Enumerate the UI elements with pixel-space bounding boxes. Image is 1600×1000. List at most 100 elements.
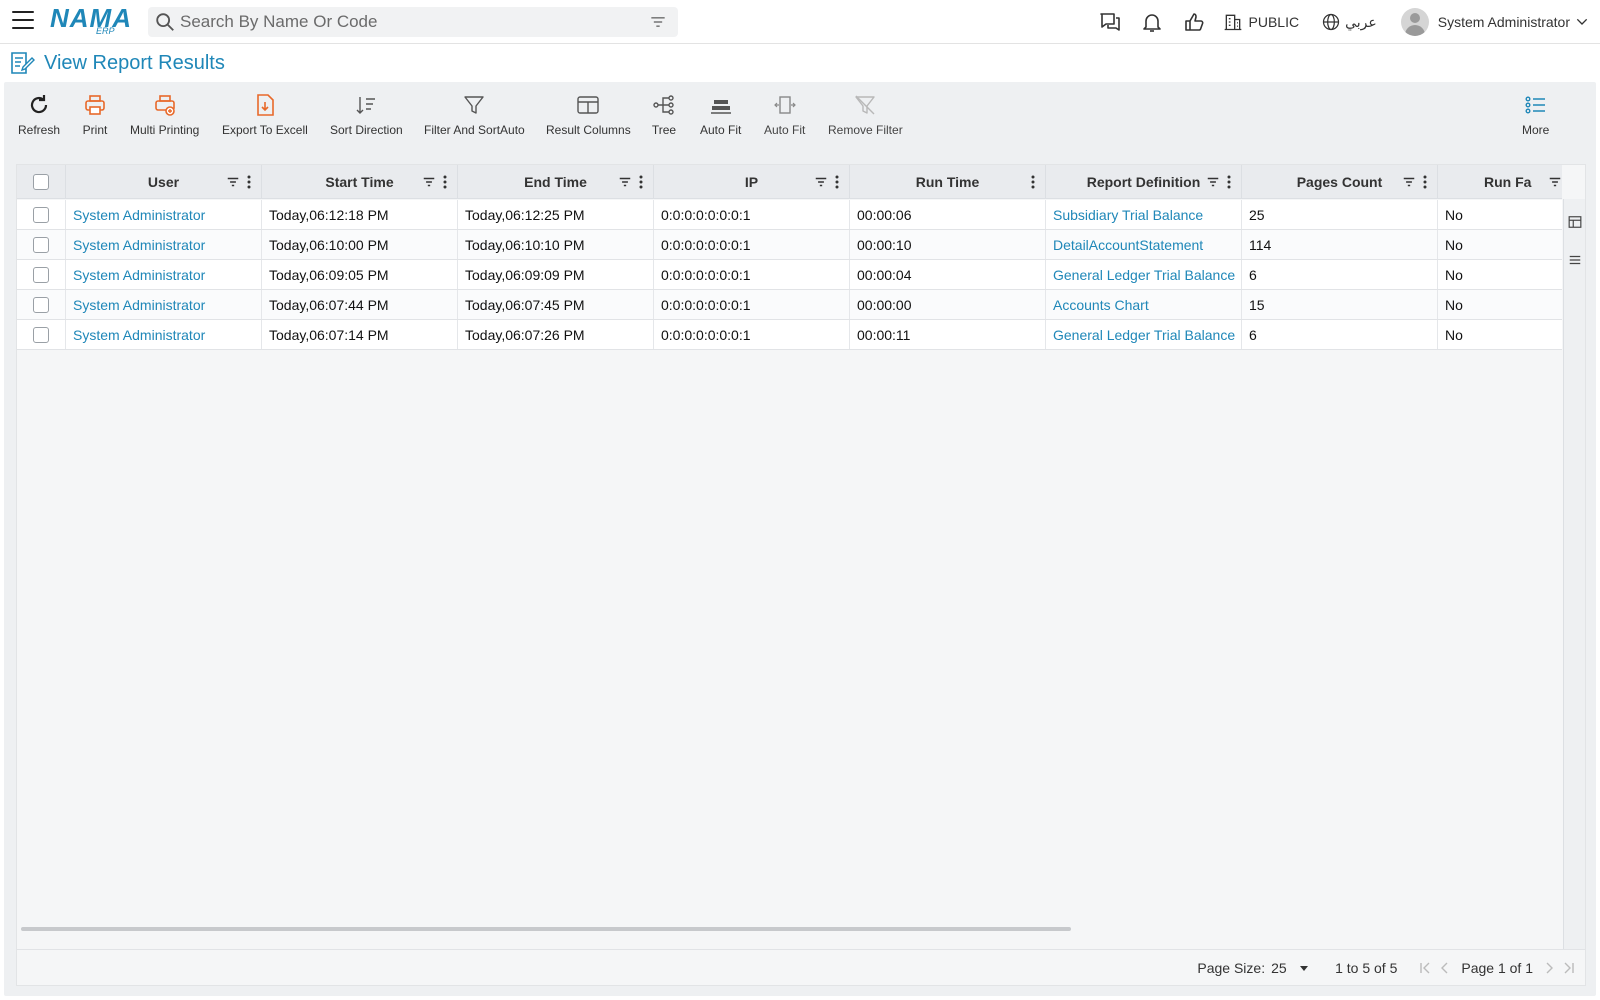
cell-run-time: 00:00:00 (850, 290, 1046, 319)
cell-run-failed: No (1438, 260, 1562, 289)
export-excel-button[interactable]: Export To Excell (222, 92, 308, 142)
cell-report-definition[interactable]: Accounts Chart (1046, 290, 1242, 319)
search-filter-icon[interactable] (648, 12, 668, 32)
col-header-report-definition[interactable]: Report Definition (1046, 165, 1242, 199)
column-menu-icon[interactable] (1417, 173, 1433, 191)
column-menu-icon[interactable] (1221, 173, 1237, 191)
auto-fit-label-1: Auto Fit (700, 123, 742, 137)
hamburger-menu-icon[interactable] (12, 11, 34, 31)
cell-end-time: Today,06:07:45 PM (458, 290, 654, 319)
cell-pages-count: 114 (1242, 230, 1438, 259)
row-checkbox[interactable] (33, 236, 49, 253)
column-menu-icon[interactable] (241, 173, 257, 191)
remove-filter-button[interactable]: Remove Filter (828, 92, 903, 142)
column-filter-icon[interactable] (1547, 173, 1562, 191)
more-button[interactable]: More (1522, 92, 1549, 142)
filter-sort-button[interactable]: Filter And SortAuto (424, 92, 525, 142)
column-filter-icon[interactable] (421, 173, 437, 191)
col-header-user[interactable]: User (66, 165, 262, 199)
columns-icon (575, 92, 601, 118)
cell-start-time: Today,06:07:14 PM (262, 320, 458, 349)
language-switch[interactable]: عربي (1321, 12, 1377, 32)
print-button[interactable]: Print (82, 92, 108, 142)
col-header-ip[interactable]: IP (654, 165, 850, 199)
company-switch[interactable]: PUBLIC (1223, 12, 1300, 32)
columns-panel-icon[interactable] (1564, 211, 1586, 233)
column-filter-icon[interactable] (617, 173, 633, 191)
cell-run-time: 00:00:06 (850, 200, 1046, 229)
app-logo[interactable]: NAMA ERP (50, 4, 132, 38)
refresh-icon (26, 92, 52, 118)
col-header-label: Run Fa (1484, 174, 1532, 190)
first-page-icon[interactable] (1415, 958, 1435, 978)
top-right-tools: PUBLIC عربي System Administrator (1097, 0, 1600, 44)
row-checkbox[interactable] (33, 326, 49, 343)
sort-direction-label: Sort Direction (330, 123, 403, 137)
tree-button[interactable]: Tree (651, 92, 677, 142)
previous-page-icon[interactable] (1435, 958, 1455, 978)
cell-report-definition[interactable]: DetailAccountStatement (1046, 230, 1242, 259)
cell-pages-count: 15 (1242, 290, 1438, 319)
row-checkbox[interactable] (33, 206, 49, 223)
cell-user[interactable]: System Administrator (66, 320, 262, 349)
col-header-run-time[interactable]: Run Time (850, 165, 1046, 199)
col-header-run-failed[interactable]: Run Fa (1438, 165, 1562, 199)
next-page-icon[interactable] (1539, 958, 1559, 978)
cell-report-definition[interactable]: General Ledger Trial Balance (1046, 320, 1242, 349)
column-filter-icon[interactable] (225, 173, 241, 191)
chat-icon[interactable] (1097, 9, 1123, 35)
auto-fit-button-2[interactable]: Auto Fit (764, 92, 805, 142)
avatar (1400, 8, 1429, 36)
sort-direction-button[interactable]: Sort Direction (330, 92, 403, 142)
column-filter-icon[interactable] (813, 173, 829, 191)
cell-user[interactable]: System Administrator (66, 260, 262, 289)
user-menu[interactable]: System Administrator (1400, 8, 1590, 36)
column-menu-icon[interactable] (1025, 173, 1041, 191)
list-icon (1523, 92, 1549, 118)
result-columns-button[interactable]: Result Columns (546, 92, 631, 142)
search-input[interactable] (180, 12, 648, 32)
table-row[interactable]: System Administrator Today,06:12:18 PM T… (17, 200, 1562, 230)
bell-icon[interactable] (1139, 9, 1165, 35)
multi-printing-button[interactable]: Multi Printing (130, 92, 199, 142)
menu-lines-icon[interactable] (1564, 249, 1586, 271)
cell-user[interactable]: System Administrator (66, 230, 262, 259)
cell-user[interactable]: System Administrator (66, 290, 262, 319)
filter-icon (461, 92, 487, 118)
table-row[interactable]: System Administrator Today,06:07:14 PM T… (17, 320, 1562, 350)
last-page-icon[interactable] (1559, 958, 1579, 978)
cell-start-time: Today,06:09:05 PM (262, 260, 458, 289)
column-filter-icon[interactable] (1205, 173, 1221, 191)
company-label: PUBLIC (1248, 14, 1300, 30)
thumbs-up-icon[interactable] (1181, 9, 1207, 35)
col-header-end-time[interactable]: End Time (458, 165, 654, 199)
col-header-pages-count[interactable]: Pages Count (1242, 165, 1438, 199)
caret-down-icon (1299, 965, 1308, 971)
logo-subtext: ERP (96, 26, 115, 36)
cell-pages-count: 6 (1242, 320, 1438, 349)
cell-end-time: Today,06:07:26 PM (458, 320, 654, 349)
col-header-start-time[interactable]: Start Time (262, 165, 458, 199)
table-row[interactable]: System Administrator Today,06:09:05 PM T… (17, 260, 1562, 290)
cell-pages-count: 6 (1242, 260, 1438, 289)
horizontal-scrollbar[interactable] (21, 927, 1071, 931)
cell-end-time: Today,06:09:09 PM (458, 260, 654, 289)
column-filter-icon[interactable] (1401, 173, 1417, 191)
export-excel-label: Export To Excell (222, 123, 308, 137)
cell-report-definition[interactable]: General Ledger Trial Balance (1046, 260, 1242, 289)
row-checkbox[interactable] (33, 266, 49, 283)
page-size-select[interactable]: 25 (1271, 956, 1317, 980)
row-checkbox[interactable] (33, 296, 49, 313)
select-all-checkbox[interactable] (33, 174, 49, 190)
chevron-down-icon (1576, 18, 1588, 25)
column-menu-icon[interactable] (829, 173, 845, 191)
cell-report-definition[interactable]: Subsidiary Trial Balance (1046, 200, 1242, 229)
table-row[interactable]: System Administrator Today,06:07:44 PM T… (17, 290, 1562, 320)
cell-user[interactable]: System Administrator (66, 200, 262, 229)
column-menu-icon[interactable] (633, 173, 649, 191)
column-menu-icon[interactable] (437, 173, 453, 191)
record-range: 1 to 5 of 5 (1335, 959, 1398, 976)
auto-fit-button-1[interactable]: Auto Fit (700, 92, 741, 142)
table-row[interactable]: System Administrator Today,06:10:00 PM T… (17, 230, 1562, 260)
refresh-button[interactable]: Refresh (18, 92, 60, 142)
